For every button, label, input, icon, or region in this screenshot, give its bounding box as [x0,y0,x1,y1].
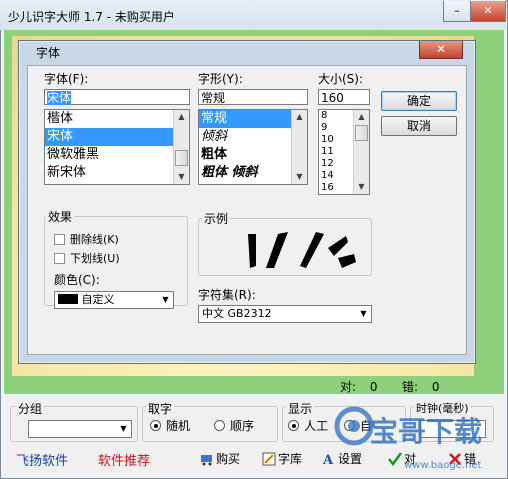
buy-button[interactable]: 购买 [200,450,240,467]
font-list-item[interactable]: 微软雅黑 [45,146,189,164]
pick-random-label: 随机 [166,419,191,433]
chevron-down-icon[interactable]: ▼ [158,292,173,308]
window-title: 少儿识字大师 1.7 - 未购买用户 [8,10,175,24]
scroll-up-icon[interactable]: ▲ [292,110,307,124]
style-input[interactable]: 常规 [198,89,308,105]
pick-label: 取字 [146,400,175,417]
scroll-up-icon[interactable]: ▲ [354,110,369,124]
right-count-value: 0 [369,380,378,394]
pencil-icon [262,452,276,466]
charset-label: 字符集(R): [198,288,256,302]
font-list-item[interactable]: 新宋体 [45,164,189,182]
cancel-button[interactable]: 取消 [381,116,457,136]
size-list[interactable]: 8 9 10 11 12 14 16 ▲ ▼ [318,109,370,195]
cart-icon [200,452,214,466]
close-button[interactable]: ✕ [470,1,506,22]
underline-checkbox[interactable] [54,253,65,264]
color-swatch [58,294,78,304]
font-dialog: 字体 ✕ 字体(F): 宋体 楷体 宋体 微软雅黑 新宋体 ▲ ▼ 字形(Y):… [18,40,476,364]
minimize-button[interactable]: – [443,1,471,22]
font-sample-preview [248,232,356,268]
ok-button[interactable]: 确定 [381,91,457,111]
style-label: 字形(Y): [198,72,243,86]
watermark-text: 宝哥下载 [370,415,483,448]
font-list[interactable]: 楷体 宋体 微软雅黑 新宋体 ▲ ▼ [44,109,190,185]
strikeout-checkbox[interactable] [54,234,65,245]
style-list[interactable]: 常规 倾斜 粗体 粗体 倾斜 ▲ ▼ [198,109,308,185]
right-count: 对: 0 [340,378,378,395]
checkmark-icon [388,452,403,467]
size-label: 大小(S): [318,72,364,86]
font-name-input[interactable]: 宋体 [44,89,190,105]
display-manual-label: 人工 [304,419,329,433]
scroll-down-icon[interactable]: ▼ [174,170,189,184]
display-manual-radio[interactable] [288,420,299,431]
pick-sequence-label: 顺序 [230,419,255,433]
settings-label: 设置 [338,452,363,466]
scroll-up-icon[interactable]: ▲ [174,110,189,124]
size-list-scrollbar[interactable]: ▲ ▼ [353,110,369,194]
underline-label: 下划线(U) [70,252,120,265]
group-select[interactable]: ▼ [28,420,132,438]
chevron-down-icon[interactable]: ▼ [356,306,371,322]
charset-select[interactable]: 中文 GB2312 ▼ [198,305,372,323]
library-label: 字库 [278,452,303,466]
font-list-scrollbar[interactable]: ▲ ▼ [173,110,189,184]
font-list-item[interactable]: 楷体 [45,110,189,128]
watermark-logo-icon [334,406,374,446]
color-label: 颜色(C): [54,273,100,287]
svg-text:A: A [322,453,334,466]
dialog-client: 字体(F): 宋体 楷体 宋体 微软雅黑 新宋体 ▲ ▼ 字形(Y): 常规 常… [27,65,467,355]
font-list-item-selected[interactable]: 宋体 [45,128,189,146]
font-label: 字体(F): [44,72,89,86]
color-select[interactable]: 自定义 ▼ [54,291,174,309]
library-button[interactable]: 字库 [262,450,302,467]
dialog-title: 字体 [36,46,61,60]
sample-label: 示例 [202,210,231,227]
scroll-down-icon[interactable]: ▼ [292,170,307,184]
watermark-url: www.baoge.net [404,460,482,471]
right-count-label: 对: [340,380,357,394]
style-list-scrollbar[interactable]: ▲ ▼ [291,110,307,184]
size-input[interactable]: 160 [318,89,370,105]
scroll-thumb[interactable] [355,125,368,141]
wrong-count-label: 错: [402,380,419,394]
font-settings-icon: A [322,452,336,468]
settings-button[interactable]: A 设置 [322,450,363,468]
group-label: 分组 [16,400,45,417]
color-value: 自定义 [81,293,115,306]
scroll-thumb[interactable] [175,150,188,166]
pick-random-radio[interactable] [150,420,161,431]
charset-value: 中文 GB2312 [202,307,272,320]
dialog-close-button[interactable]: ✕ [419,41,463,59]
display-label: 显示 [286,400,315,417]
effects-label: 效果 [46,208,75,225]
pick-sequence-radio[interactable] [214,420,225,431]
chevron-down-icon[interactable]: ▼ [116,421,131,437]
feiyang-link[interactable]: 飞扬软件 [16,450,68,469]
scroll-down-icon[interactable]: ▼ [354,180,369,194]
buy-label: 购买 [216,452,241,466]
strikeout-label: 删除线(K) [70,233,119,246]
font-name-value: 宋体 [47,91,72,105]
wrong-count-value: 0 [431,380,440,394]
recommend-link[interactable]: 软件推荐 [98,450,150,469]
wrong-count: 错: 0 [402,378,440,395]
